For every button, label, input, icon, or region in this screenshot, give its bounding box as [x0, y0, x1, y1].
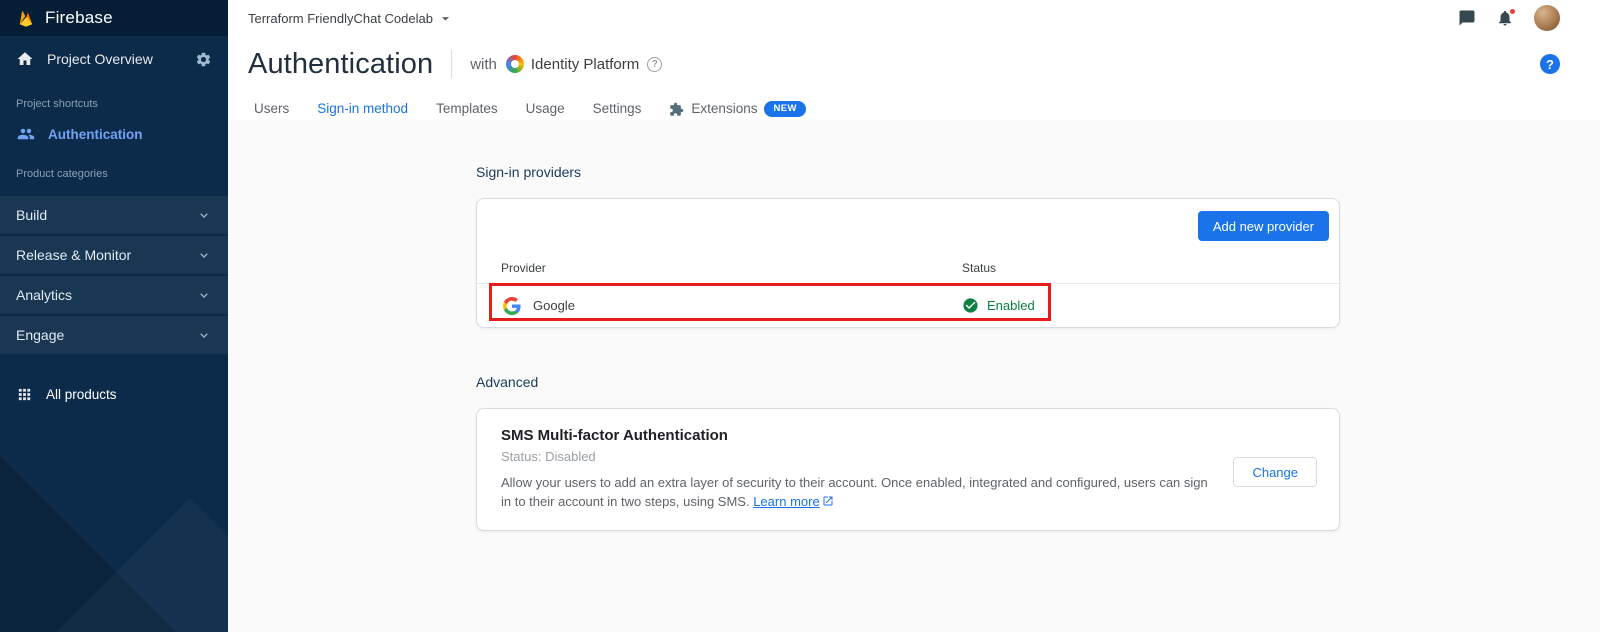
sms-mfa-card: SMS Multi-factor Authentication Status: …: [476, 408, 1340, 531]
provider-column-header: Provider: [501, 261, 962, 275]
authentication-label: Authentication: [48, 127, 143, 142]
project-overview-label: Project Overview: [47, 51, 153, 67]
provider-name: Google: [533, 298, 575, 313]
change-button[interactable]: Change: [1233, 457, 1317, 487]
notification-dot: [1509, 8, 1516, 15]
chevron-down-icon: [196, 327, 212, 343]
identity-platform-logo-icon: [506, 55, 524, 73]
topbar-actions: [1458, 5, 1560, 31]
add-new-provider-button[interactable]: Add new provider: [1198, 211, 1329, 241]
check-circle-icon: [962, 297, 979, 314]
sidebar-item-authentication[interactable]: Authentication: [0, 116, 228, 152]
chevron-down-icon: [196, 287, 212, 303]
with-label: with: [470, 56, 497, 73]
release-monitor-label: Release & Monitor: [16, 247, 131, 263]
analytics-label: Analytics: [16, 287, 72, 303]
sms-mfa-description: Allow your users to add an extra layer o…: [501, 473, 1217, 512]
table-row-google[interactable]: Google Enabled: [477, 284, 1339, 327]
sidebar-item-analytics[interactable]: Analytics: [0, 276, 228, 314]
sidebar-item-project-overview[interactable]: Project Overview: [0, 36, 228, 82]
project-selector[interactable]: Terraform FriendlyChat Codelab: [248, 10, 454, 27]
sidebar-item-all-products[interactable]: All products: [0, 376, 228, 412]
puzzle-icon: [669, 102, 684, 117]
all-products-label: All products: [46, 387, 117, 402]
topbar: Terraform FriendlyChat Codelab: [228, 0, 1600, 36]
status-cell: Enabled: [962, 297, 1035, 314]
engage-label: Engage: [16, 327, 64, 343]
external-link-icon[interactable]: [822, 493, 834, 512]
sidebar: Firebase Project Overview Project shortc…: [0, 0, 228, 632]
spacer: [476, 328, 1600, 374]
home-icon: [16, 50, 34, 68]
product-categories-label: Product categories: [0, 152, 228, 186]
identity-platform-label: Identity Platform: [531, 56, 639, 73]
sms-mfa-description-text: Allow your users to add an extra layer o…: [501, 475, 1208, 509]
sidebar-item-release-monitor[interactable]: Release & Monitor: [0, 236, 228, 274]
advanced-title: Advanced: [476, 374, 1600, 390]
sidebar-item-build[interactable]: Build: [0, 196, 228, 234]
sidebar-decoration: [0, 422, 228, 632]
chevron-down-icon: [196, 247, 212, 263]
new-badge: NEW: [764, 101, 805, 117]
project-shortcuts-label: Project shortcuts: [0, 82, 228, 116]
alerts-bell-icon[interactable]: [1496, 9, 1514, 27]
content-area: Sign-in providers Add new provider Provi…: [228, 120, 1600, 632]
build-label: Build: [16, 207, 47, 223]
firebase-logo-icon: [16, 8, 36, 28]
info-question-icon[interactable]: ?: [647, 57, 662, 72]
google-logo-icon: [503, 297, 521, 315]
chevron-down-icon: [196, 207, 212, 223]
brand-text: Firebase: [45, 8, 113, 28]
sign-in-providers-title: Sign-in providers: [476, 164, 1600, 180]
provider-cell: Google: [503, 297, 962, 315]
providers-card: Add new provider Provider Status: [476, 198, 1340, 328]
sms-mfa-title: SMS Multi-factor Authentication: [501, 427, 1315, 444]
category-list: Build Release & Monitor Analytics Engage: [0, 196, 228, 354]
apps-grid-icon: [16, 386, 33, 403]
gear-icon[interactable]: [195, 51, 212, 68]
help-icon[interactable]: ?: [1540, 54, 1560, 74]
providers-table-header: Provider Status: [477, 253, 1339, 284]
firebase-brand[interactable]: Firebase: [0, 0, 228, 36]
header-divider: [451, 50, 452, 78]
status-column-header: Status: [962, 261, 996, 275]
main-area: Terraform FriendlyChat Codelab Authentic…: [228, 0, 1600, 632]
page-header: Authentication with Identity Platform ? …: [228, 36, 1600, 86]
feedback-icon[interactable]: [1458, 9, 1476, 27]
page-title: Authentication: [248, 48, 433, 81]
dropdown-caret-icon: [437, 10, 454, 27]
status-text: Enabled: [987, 298, 1035, 313]
avatar[interactable]: [1534, 5, 1560, 31]
providers-card-toolbar: Add new provider: [477, 199, 1339, 253]
sms-mfa-status: Status: Disabled: [501, 449, 1315, 464]
learn-more-link[interactable]: Learn more: [753, 494, 819, 509]
sidebar-item-engage[interactable]: Engage: [0, 316, 228, 354]
project-name: Terraform FriendlyChat Codelab: [248, 11, 433, 26]
people-icon: [17, 125, 35, 143]
